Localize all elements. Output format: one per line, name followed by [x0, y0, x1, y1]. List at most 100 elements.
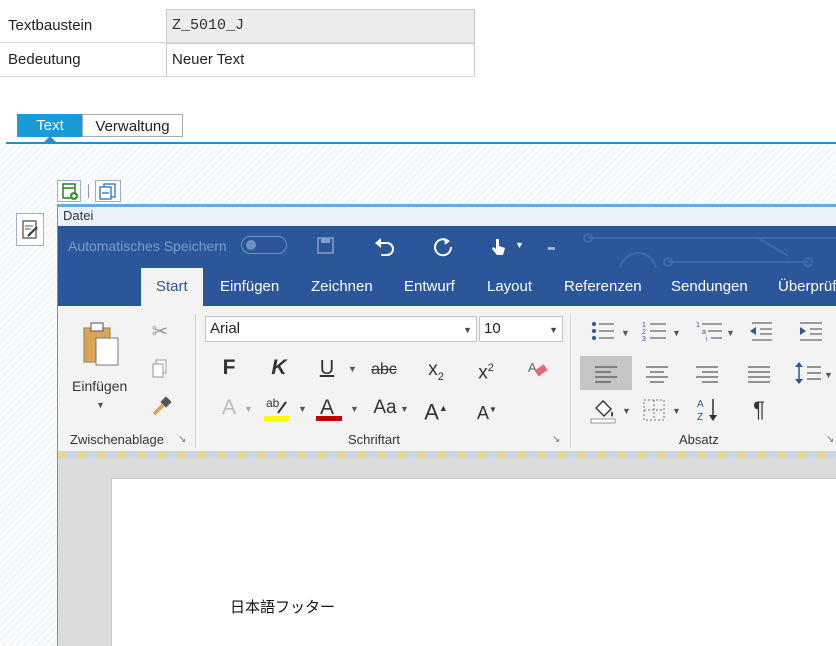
tab-layout[interactable]: Layout [472, 268, 547, 306]
line-spacing-icon[interactable] [794, 360, 822, 386]
paragraph-launcher-icon[interactable]: ↘ [826, 434, 834, 445]
row-divider [0, 76, 475, 77]
text-effects-icon[interactable]: A [216, 396, 242, 420]
bullets-icon[interactable] [590, 320, 616, 342]
textbaustein-row: Textbaustein Z_5010_J [0, 9, 475, 43]
tab-ueberpruefen[interactable]: Überprüfen [763, 268, 836, 306]
word-editor: Datei Automatisches Speichern ▼ ‗ Start … [57, 204, 836, 646]
chevron-down-icon: ▼ [549, 325, 558, 335]
borders-icon[interactable] [642, 398, 666, 422]
tab-indicator [44, 136, 56, 142]
bedeutung-row: Bedeutung Neuer Text [0, 43, 475, 77]
change-case-button[interactable]: Aa [370, 396, 400, 420]
touch-mode-dropdown-icon[interactable]: ▼ [515, 240, 524, 250]
numbering-dropdown-icon[interactable]: ▼ [672, 328, 681, 338]
font-family-select[interactable]: Arial ▼ [205, 316, 477, 342]
paragraph-group-label: Absatz [679, 432, 719, 447]
shrink-font-icon[interactable]: A▼ [474, 398, 500, 425]
svg-text:A: A [697, 399, 704, 410]
bedeutung-field[interactable]: Neuer Text [166, 43, 475, 77]
decrease-indent-icon[interactable] [748, 320, 774, 342]
format-painter-icon[interactable] [150, 394, 174, 418]
align-center-icon[interactable] [644, 364, 670, 384]
tab-einfuegen[interactable]: Einfügen [205, 268, 294, 306]
sort-icon[interactable]: A Z [696, 396, 722, 424]
group-separator [195, 314, 196, 448]
font-size-select[interactable]: 10 ▼ [479, 316, 563, 342]
bedeutung-label: Bedeutung [8, 51, 81, 68]
autosave-label: Automatisches Speichern [68, 238, 227, 254]
justify-icon[interactable] [746, 364, 772, 384]
font-color-icon[interactable]: A [316, 394, 346, 424]
paste-button[interactable]: Einfügen ▼ [68, 316, 132, 416]
subscript-icon[interactable]: x2 [422, 358, 450, 389]
chevron-down-icon: ▼ [463, 325, 472, 335]
svg-text:A: A [528, 360, 537, 375]
font-group-label: Schriftart [348, 432, 401, 447]
clipboard-icon [83, 322, 119, 366]
font-size-value: 10 [484, 320, 501, 337]
svg-text:1: 1 [642, 322, 646, 329]
underline-dropdown-icon[interactable]: ▼ [348, 364, 357, 374]
autosave-toggle[interactable] [241, 236, 287, 254]
insert-document-button[interactable] [57, 180, 81, 202]
strikethrough-button[interactable]: abc [368, 358, 400, 382]
document-page[interactable]: 日本語フッター [111, 478, 836, 646]
toolbar-separator [88, 184, 89, 198]
multilevel-list-icon[interactable]: 1 a i [696, 320, 724, 342]
save-icon[interactable] [316, 236, 336, 256]
superscript-icon[interactable]: x2 [472, 356, 500, 385]
edit-document-icon [22, 220, 38, 239]
tab-zeichnen[interactable]: Zeichnen [296, 268, 388, 306]
shading-icon[interactable] [590, 396, 618, 424]
copy-icon [99, 183, 116, 200]
highlight-dropdown-icon[interactable]: ▼ [298, 404, 307, 414]
paste-dropdown-icon[interactable]: ▼ [96, 400, 105, 410]
multilevel-dropdown-icon[interactable]: ▼ [726, 328, 735, 338]
increase-indent-icon[interactable] [798, 320, 824, 342]
underline-button[interactable]: U [314, 356, 340, 380]
cut-icon[interactable]: ✂ [148, 320, 172, 344]
pilcrow-icon[interactable]: ¶ [746, 398, 772, 422]
redo-icon[interactable] [432, 235, 454, 257]
tab-sendungen[interactable]: Sendungen [656, 268, 763, 306]
bullets-dropdown-icon[interactable]: ▼ [621, 328, 630, 338]
tab-referenzen[interactable]: Referenzen [549, 268, 657, 306]
tab-verwaltung[interactable]: Verwaltung [82, 114, 183, 137]
tab-text[interactable]: Text [17, 114, 83, 137]
copy-format-icon[interactable] [150, 358, 172, 380]
document-text[interactable]: 日本語フッター [230, 596, 335, 617]
paste-label: Einfügen [72, 378, 128, 394]
tab-start[interactable]: Start [141, 268, 203, 306]
customize-toolbar-icon[interactable]: ‗ [548, 236, 555, 250]
align-left-button[interactable] [580, 356, 632, 390]
change-case-dropdown-icon[interactable]: ▼ [400, 404, 409, 414]
undo-icon[interactable] [373, 235, 397, 257]
shading-dropdown-icon[interactable]: ▼ [622, 406, 631, 416]
clipboard-group-label: Zwischenablage [70, 432, 164, 447]
copy-document-button[interactable] [95, 180, 121, 202]
numbering-icon[interactable]: 1 2 3 [642, 320, 668, 342]
svg-text:3: 3 [642, 336, 646, 342]
text-effects-dropdown-icon[interactable]: ▼ [244, 404, 253, 414]
tab-entwurf[interactable]: Entwurf [389, 268, 470, 306]
touch-mode-icon[interactable] [488, 235, 510, 257]
textbaustein-label: Textbaustein [8, 17, 93, 34]
font-launcher-icon[interactable]: ↘ [552, 434, 560, 445]
bold-button[interactable]: F [216, 356, 242, 380]
italic-button[interactable]: K [266, 356, 292, 380]
edit-text-button[interactable] [16, 213, 44, 246]
grow-font-icon[interactable]: A▲ [422, 396, 450, 424]
clipboard-launcher-icon[interactable]: ↘ [178, 434, 186, 445]
textbaustein-field: Z_5010_J [166, 9, 475, 43]
highlight-icon[interactable]: ab [264, 394, 294, 424]
align-right-icon[interactable] [694, 364, 720, 384]
datei-menu[interactable]: Datei [58, 204, 836, 226]
clear-formatting-icon[interactable]: A [526, 358, 550, 382]
new-document-icon [62, 183, 78, 200]
font-family-value: Arial [210, 320, 241, 337]
font-color-dropdown-icon[interactable]: ▼ [350, 404, 359, 414]
svg-text:a: a [702, 329, 706, 336]
borders-dropdown-icon[interactable]: ▼ [672, 406, 681, 416]
line-spacing-dropdown-icon[interactable]: ▼ [824, 370, 833, 380]
